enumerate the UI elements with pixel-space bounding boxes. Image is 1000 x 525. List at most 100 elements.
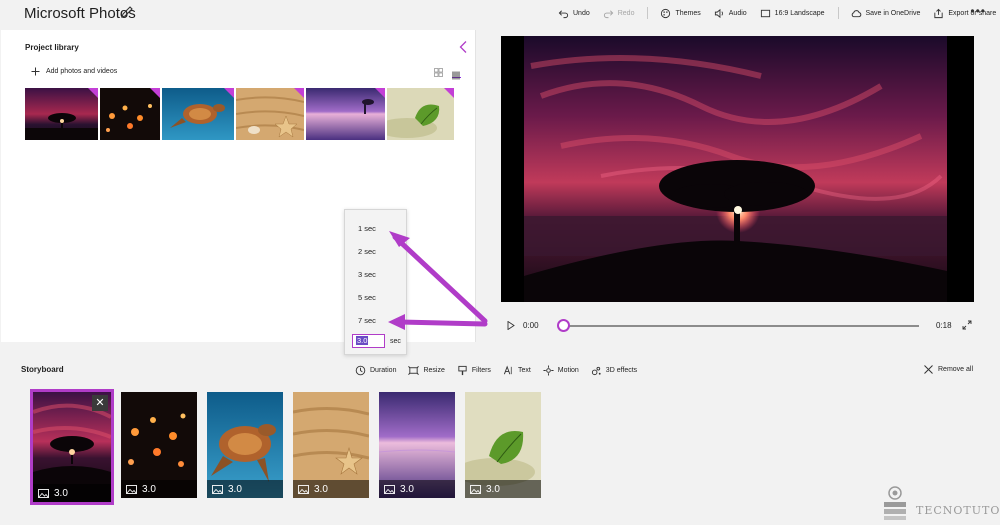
storyboard-clip-green-leaf[interactable]: 3.0: [465, 392, 541, 498]
storyboard-clip-purple-sea[interactable]: 3.0: [379, 392, 455, 498]
library-thumb-sand-starfish[interactable]: [236, 88, 304, 140]
seek-bar[interactable]: [564, 325, 919, 327]
library-thumb-green-leaf[interactable]: [387, 88, 454, 140]
clip-duration: 3.0: [228, 483, 242, 495]
image-icon: [212, 484, 223, 494]
toolbar-divider: [837, 7, 839, 19]
audio-button[interactable]: Audio: [714, 8, 747, 19]
storyboard-clip-tree-sunset[interactable]: ✕ 3.0: [30, 389, 114, 505]
image-icon: [126, 484, 137, 494]
duration-option-2-sec[interactable]: 2 sec: [358, 247, 376, 256]
3d-effects-icon: [591, 366, 601, 376]
motion-button[interactable]: Motion: [543, 365, 579, 376]
preview-image-tree-sunset: [501, 36, 974, 302]
clip-duration-footer: 3.0: [207, 480, 283, 498]
clip-duration: 3.0: [486, 483, 500, 495]
library-thumbnails: [25, 88, 454, 140]
clip-duration-footer: 3.0: [121, 480, 197, 498]
app-title: Microsoft Photos: [24, 5, 136, 22]
resize-label: Resize: [423, 367, 445, 374]
add-photos-button[interactable]: Add photos and videos: [31, 67, 117, 76]
cloud-icon: [851, 9, 861, 17]
library-thumb-sea-turtle[interactable]: [162, 88, 234, 140]
aspect-ratio-label: 16:9 Landscape: [774, 9, 825, 17]
clock-icon: [355, 365, 366, 376]
motion-label: Motion: [557, 367, 579, 374]
selected-corner-marker: [294, 88, 304, 98]
save-onedrive-button[interactable]: Save in OneDrive: [851, 8, 921, 19]
filters-label: Filters: [471, 367, 491, 374]
duration-button[interactable]: Duration: [355, 365, 396, 376]
storyboard-clip-sand-starfish[interactable]: 3.0: [293, 392, 369, 498]
list-view-toggle[interactable]: [452, 67, 461, 80]
clip-duration: 3.0: [400, 483, 414, 495]
more-options-icon[interactable]: •••: [970, 4, 986, 18]
image-icon: [470, 484, 481, 494]
clip-duration-footer: 3.0: [465, 480, 541, 498]
toolbar: Undo Redo Themes Audio 16:9 Landscape Sa…: [558, 6, 1000, 20]
grid-view-icon[interactable]: [434, 68, 443, 77]
selected-corner-marker: [444, 88, 454, 98]
pencil-edit-icon[interactable]: [120, 5, 134, 19]
themes-button[interactable]: Themes: [660, 8, 701, 19]
selected-corner-marker: [88, 88, 98, 98]
redo-label: Redo: [617, 9, 635, 17]
export-icon: [934, 8, 943, 18]
duration-option-3-sec[interactable]: 3 sec: [358, 270, 376, 279]
clip-duration-footer: 3.0: [379, 480, 455, 498]
library-thumb-purple-sea[interactable]: [306, 88, 385, 140]
duration-option-1-sec[interactable]: 1 sec: [358, 224, 376, 233]
image-icon: [298, 484, 309, 494]
duration-option-7-sec[interactable]: 7 sec: [358, 316, 376, 325]
storyboard-title: Storyboard: [21, 365, 64, 374]
remove-all-label: Remove all: [938, 366, 974, 373]
duration-label: Duration: [370, 367, 397, 374]
remove-clip-close-icon[interactable]: ✕: [92, 395, 108, 411]
remove-all-button[interactable]: Remove all: [924, 365, 973, 374]
fullscreen-icon[interactable]: [962, 320, 972, 330]
tecnotuto-logo-icon: [884, 486, 906, 520]
export-share-button[interactable]: Export or share: [933, 8, 996, 19]
toolbar-divider: [647, 7, 649, 19]
clip-duration-footer: 3.0: [293, 480, 369, 498]
text-label: Text: [517, 367, 531, 374]
resize-button[interactable]: Resize: [408, 365, 445, 376]
themes-icon: [661, 8, 671, 18]
chevron-left-icon[interactable]: [457, 40, 469, 54]
filters-icon: [458, 365, 467, 376]
library-thumb-candles[interactable]: [100, 88, 160, 140]
custom-duration-input[interactable]: 3.0: [352, 334, 385, 348]
storyboard-clips: ✕ 3.0 3.0 3.0 3.0 3.0 3.0: [30, 389, 541, 505]
watermark-text: TECNOTUTO: [916, 503, 1000, 517]
3d-effects-button[interactable]: 3D effects: [591, 365, 637, 376]
duration-option-5-sec[interactable]: 5 sec: [358, 293, 376, 302]
text-icon: [503, 365, 512, 375]
image-icon: [38, 488, 49, 498]
storyboard-clip-candles[interactable]: 3.0: [121, 392, 197, 498]
redo-button[interactable]: Redo: [603, 8, 635, 19]
resize-icon: [408, 366, 420, 375]
library-title: Project library: [25, 43, 79, 52]
clip-duration: 3.0: [54, 487, 68, 499]
clip-duration: 3.0: [142, 483, 156, 495]
add-photos-label: Add photos and videos: [46, 68, 118, 75]
storyboard-clip-sea-turtle[interactable]: 3.0: [207, 392, 283, 498]
text-button[interactable]: Text: [503, 365, 531, 376]
undo-button[interactable]: Undo: [558, 8, 590, 19]
redo-icon: [603, 9, 614, 18]
close-icon: [924, 365, 933, 374]
themes-label: Themes: [675, 9, 701, 17]
save-onedrive-label: Save in OneDrive: [865, 9, 921, 17]
undo-icon: [558, 9, 569, 18]
video-preview[interactable]: [501, 36, 974, 302]
seek-handle[interactable]: [557, 319, 570, 332]
selected-corner-marker: [375, 88, 385, 98]
aspect-ratio-button[interactable]: 16:9 Landscape: [760, 8, 825, 19]
filters-button[interactable]: Filters: [457, 365, 491, 376]
play-icon[interactable]: [507, 321, 515, 330]
current-time: 0:00: [523, 321, 539, 330]
library-thumb-tree-sunset[interactable]: [25, 88, 98, 140]
plus-icon: [31, 67, 40, 76]
large-grid-view-icon: [452, 71, 460, 80]
selected-corner-marker: [224, 88, 234, 98]
